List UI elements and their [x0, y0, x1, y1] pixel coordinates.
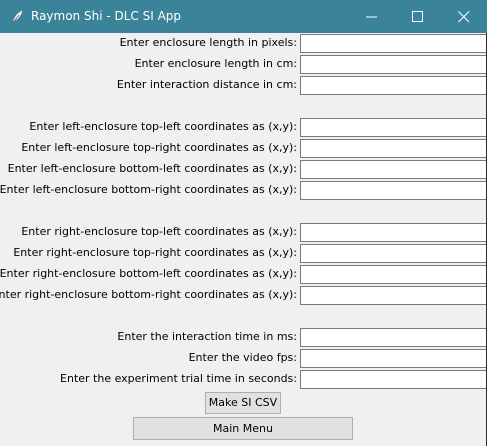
right-bottom-left-input[interactable] [300, 265, 487, 284]
make-si-csv-button[interactable]: Make SI CSV [205, 392, 281, 414]
field-label: Enter the video fps: [188, 351, 297, 364]
enclosure-length-pixels-input[interactable] [300, 34, 487, 53]
form-row-enclosure-length-cm: Enter enclosure length in cm: [0, 54, 487, 75]
field-label: Enter the experiment trial time in secon… [60, 372, 297, 385]
close-button[interactable] [441, 0, 487, 33]
interaction-time-input[interactable] [300, 328, 487, 347]
form-row-left-top-left: Enter left-enclosure top-left coordinate… [0, 117, 487, 138]
title-bar[interactable]: Raymon Shi - DLC SI App [0, 0, 487, 33]
video-fps-input[interactable] [300, 349, 487, 368]
feather-icon [10, 9, 24, 24]
form-row-trial-time: Enter the experiment trial time in secon… [0, 369, 487, 390]
close-icon [458, 11, 470, 23]
form-row-left-top-right: Enter left-enclosure top-right coordinat… [0, 138, 487, 159]
interaction-distance-input[interactable] [300, 76, 487, 95]
left-bottom-right-input[interactable] [300, 181, 487, 200]
form-row-interaction-time: Enter the interaction time in ms: [0, 327, 487, 348]
field-label: Enter right-enclosure top-right coordina… [13, 246, 297, 259]
window-title: Raymon Shi - DLC SI App [31, 9, 182, 23]
form-row-right-bottom-left: Enter right-enclosure bottom-left coordi… [0, 264, 487, 285]
field-label: Enter right-enclosure bottom-right coord… [0, 288, 297, 301]
enclosure-length-cm-input[interactable] [300, 55, 487, 74]
trial-time-input[interactable] [300, 370, 487, 389]
form-row-enclosure-length-pixels: Enter enclosure length in pixels: [0, 33, 487, 54]
form-row-right-top-right: Enter right-enclosure top-right coordina… [0, 243, 487, 264]
left-top-right-input[interactable] [300, 139, 487, 158]
left-bottom-left-input[interactable] [300, 160, 487, 179]
form-row-interaction-distance: Enter interaction distance in cm: [0, 75, 487, 96]
field-label: Enter the interaction time in ms: [117, 330, 297, 343]
right-top-right-input[interactable] [300, 244, 487, 263]
field-label: Enter left-enclosure top-right coordinat… [21, 141, 297, 154]
app-window: Raymon Shi - DLC SI App Enter enclosure … [0, 0, 487, 446]
right-top-left-input[interactable] [300, 223, 487, 242]
left-top-left-input[interactable] [300, 118, 487, 137]
main-menu-button[interactable]: Main Menu [133, 417, 353, 440]
form-row-left-bottom-right: Enter left-enclosure bottom-right coordi… [0, 180, 487, 201]
minimize-button[interactable] [349, 0, 395, 33]
form-row-right-bottom-right: Enter right-enclosure bottom-right coord… [0, 285, 487, 306]
maximize-button[interactable] [395, 0, 441, 33]
maximize-icon [412, 11, 423, 22]
field-label: Enter right-enclosure bottom-left coordi… [0, 267, 297, 280]
field-label: Enter enclosure length in pixels: [119, 36, 297, 49]
field-label: Enter left-enclosure bottom-right coordi… [0, 183, 297, 196]
minimize-icon [366, 16, 377, 18]
field-label: Enter interaction distance in cm: [116, 78, 297, 91]
form-row-video-fps: Enter the video fps: [0, 348, 487, 369]
right-bottom-right-input[interactable] [300, 286, 487, 305]
form-row-left-bottom-left: Enter left-enclosure bottom-left coordin… [0, 159, 487, 180]
form-row-right-top-left: Enter right-enclosure top-left coordinat… [0, 222, 487, 243]
field-label: Enter right-enclosure top-left coordinat… [21, 225, 297, 238]
field-label: Enter left-enclosure top-left coordinate… [29, 120, 297, 133]
field-label: Enter enclosure length in cm: [134, 57, 297, 70]
field-label: Enter left-enclosure bottom-left coordin… [7, 162, 297, 175]
